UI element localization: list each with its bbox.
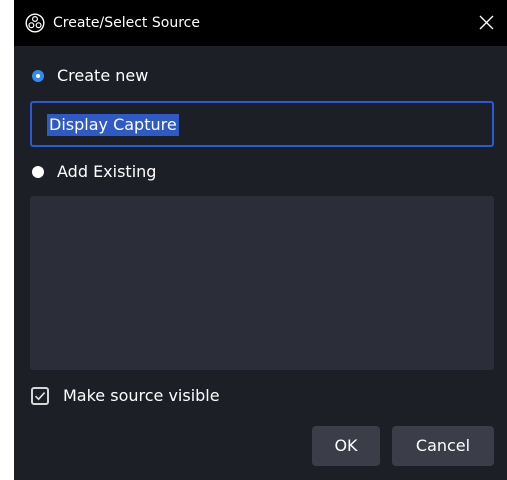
close-button[interactable] xyxy=(467,0,507,46)
window-title: Create/Select Source xyxy=(53,15,200,31)
obs-logo-icon xyxy=(25,13,45,33)
existing-sources-list[interactable] xyxy=(30,196,494,370)
make-visible-label[interactable]: Make source visible xyxy=(63,386,220,406)
create-select-source-dialog: Create/Select Source Create new Display … xyxy=(14,0,507,480)
source-name-input[interactable]: Display Capture xyxy=(30,101,494,147)
ok-button[interactable]: OK xyxy=(312,426,380,466)
make-visible-checkbox[interactable] xyxy=(31,387,49,405)
close-icon xyxy=(479,15,494,30)
title-bar[interactable]: Create/Select Source xyxy=(14,0,507,46)
cancel-button[interactable]: Cancel xyxy=(392,426,494,466)
create-new-label[interactable]: Create new xyxy=(57,66,148,86)
add-existing-radio[interactable] xyxy=(32,166,44,178)
create-new-radio[interactable] xyxy=(32,70,44,82)
source-name-value: Display Capture xyxy=(47,114,179,136)
add-existing-label[interactable]: Add Existing xyxy=(57,162,156,182)
checkmark-icon xyxy=(34,392,46,401)
